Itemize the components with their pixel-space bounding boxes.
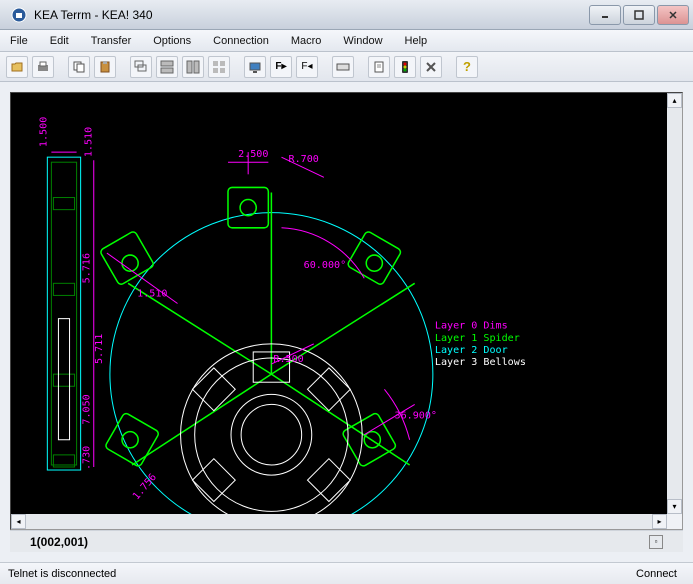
keyboard-button[interactable]: [332, 56, 354, 78]
open-button[interactable]: [6, 56, 28, 78]
font-bold-icon: F▸: [275, 61, 286, 72]
menu-edit[interactable]: Edit: [46, 33, 73, 49]
dim-ang36: 36.900°: [395, 411, 437, 422]
keyboard-icon: [336, 60, 350, 74]
vertical-scrollbar[interactable]: ▴ ▾: [667, 93, 682, 514]
scroll-left-button[interactable]: ◂: [11, 514, 26, 529]
scroll-down-button[interactable]: ▾: [667, 499, 682, 514]
minimize-button[interactable]: [589, 5, 621, 25]
font-italic-icon: F◂: [301, 61, 312, 72]
menu-file[interactable]: File: [6, 33, 32, 49]
dim-5716: 5.716: [82, 253, 93, 283]
font-bold-button[interactable]: F▸: [270, 56, 292, 78]
horizontal-scrollbar[interactable]: ◂ ▸: [11, 514, 682, 529]
print-icon: [36, 60, 50, 74]
scroll-right-button[interactable]: ▸: [652, 514, 667, 529]
script-icon: [372, 60, 386, 74]
traffic-icon: [398, 60, 412, 74]
legend-layer2: Layer 2 Door: [435, 345, 508, 356]
menu-help[interactable]: Help: [401, 33, 432, 49]
close-button[interactable]: [657, 5, 689, 25]
dim-r700: R.700: [289, 154, 319, 165]
indicator-icon[interactable]: ▫: [649, 535, 663, 549]
display-icon: [248, 60, 262, 74]
window-controls: [589, 5, 689, 25]
content-area: 1.500 1.510 2.500 R.700 5.716 5.711 1.51…: [0, 82, 693, 562]
tile-v-icon: [186, 60, 200, 74]
tile2-button[interactable]: [182, 56, 204, 78]
status-text: Telnet is disconnected: [8, 568, 628, 580]
cancel-button[interactable]: [420, 56, 442, 78]
menu-transfer[interactable]: Transfer: [87, 33, 136, 49]
menu-connection[interactable]: Connection: [209, 33, 273, 49]
menu-window[interactable]: Window: [339, 33, 386, 49]
tile3-button[interactable]: [208, 56, 230, 78]
print-button[interactable]: [32, 56, 54, 78]
legend-layer0: Layer 0 Dims: [435, 321, 508, 332]
maximize-button[interactable]: [623, 5, 655, 25]
copy-icon: [72, 60, 86, 74]
help-button[interactable]: ?: [456, 56, 478, 78]
cascade-button[interactable]: [130, 56, 152, 78]
font-italic-button[interactable]: F◂: [296, 56, 318, 78]
tile1-button[interactable]: [156, 56, 178, 78]
dim-ang60: 60.000°: [304, 260, 346, 271]
scroll-corner: [667, 514, 682, 529]
dim-5711: 5.711: [94, 334, 105, 364]
toolbar: F▸ F◂ ?: [0, 52, 693, 82]
legend-layer1: Layer 1 Spider: [435, 333, 520, 344]
dim-1510: 1.510: [84, 127, 95, 157]
statusbar: Telnet is disconnected Connect: [0, 562, 693, 584]
help-icon: ?: [463, 59, 471, 74]
titlebar[interactable]: KEA Terrm - KEA! 340: [0, 0, 693, 30]
scroll-up-button[interactable]: ▴: [667, 93, 682, 108]
cancel-icon: [424, 60, 438, 74]
app-window: KEA Terrm - KEA! 340 File Edit Transfer …: [0, 0, 693, 584]
minimize-icon: [600, 10, 610, 20]
coordinate-readout: 1(002,001): [30, 535, 88, 549]
copy-button[interactable]: [68, 56, 90, 78]
dim-r500: R.500: [273, 354, 303, 365]
coordinate-bar: 1(002,001) ▫: [10, 530, 683, 552]
dim-1756: 1.756: [131, 472, 159, 502]
window-title: KEA Terrm - KEA! 340: [34, 8, 589, 22]
maximize-icon: [634, 10, 644, 20]
display-button[interactable]: [244, 56, 266, 78]
script-button[interactable]: [368, 56, 390, 78]
menu-macro[interactable]: Macro: [287, 33, 326, 49]
dim-1510b: 1.510: [137, 288, 167, 299]
dim-730: .730: [82, 446, 93, 470]
paste-button[interactable]: [94, 56, 116, 78]
open-icon: [10, 60, 24, 74]
paste-icon: [98, 60, 112, 74]
tile-g-icon: [212, 60, 226, 74]
dim-7050: 7.050: [82, 394, 93, 424]
app-icon: [10, 6, 28, 24]
dim-2500: 2.500: [238, 149, 268, 160]
tile-h-icon: [160, 60, 174, 74]
close-icon: [668, 10, 678, 20]
traffic-button[interactable]: [394, 56, 416, 78]
menu-options[interactable]: Options: [149, 33, 195, 49]
dim-1500: 1.500: [38, 117, 49, 147]
connect-button[interactable]: Connect: [628, 568, 685, 580]
legend-layer3: Layer 3 Bellows: [435, 357, 526, 368]
terminal-canvas[interactable]: 1.500 1.510 2.500 R.700 5.716 5.711 1.51…: [10, 92, 683, 530]
menubar: File Edit Transfer Options Connection Ma…: [0, 30, 693, 52]
cascade-icon: [134, 60, 148, 74]
